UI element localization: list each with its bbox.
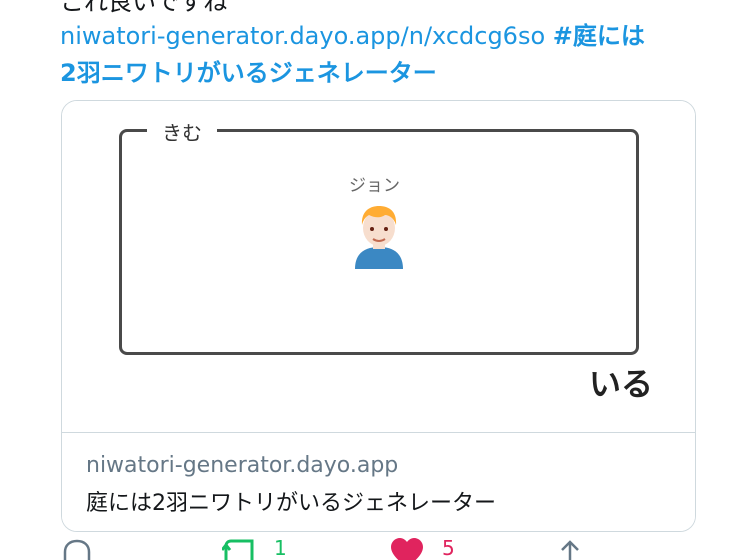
- share-icon: [561, 540, 579, 560]
- reply-button[interactable]: [62, 538, 92, 560]
- retweet-count: 1: [274, 536, 287, 560]
- person-name: ジョン: [349, 176, 400, 196]
- tweet-actions: 1 5: [0, 536, 736, 560]
- reply-icon: [63, 539, 91, 560]
- like-button[interactable]: 5: [390, 536, 460, 560]
- card-title: 庭には2羽ニワトリがいるジェネレーター: [86, 491, 496, 516]
- share-button[interactable]: [555, 538, 585, 560]
- card-preview-image[interactable]: きむ ジョン いる: [62, 101, 695, 432]
- like-count: 5: [442, 536, 455, 560]
- hashtag-link-part-2[interactable]: 2羽ニワトリがいるジェネレーター: [60, 59, 437, 87]
- tweet-text-line-1: niwatori-generator.dayo.app/n/xcdcg6so #…: [60, 16, 645, 51]
- tweet-url-link[interactable]: niwatori-generator.dayo.app/n/xcdcg6so: [60, 22, 545, 50]
- card-footer[interactable]: niwatori-generator.dayo.app 庭には2羽ニワトリがいる…: [62, 432, 695, 531]
- hashtag-link-part-1[interactable]: #庭には: [553, 22, 645, 50]
- man-emoji-icon: [351, 203, 407, 269]
- suffix-text: いる: [589, 365, 654, 403]
- tweet-text-cutoff: これ良いですね: [60, 0, 228, 16]
- retweet-icon: [222, 539, 254, 560]
- heart-icon: [391, 538, 423, 560]
- retweet-button[interactable]: 1: [222, 536, 292, 560]
- tweet-text-line-2: 2羽ニワトリがいるジェネレーター: [60, 53, 437, 88]
- link-card[interactable]: きむ ジョン いる niwatori-generator.dayo.app 庭に…: [61, 100, 696, 532]
- card-domain: niwatori-generator.dayo.app: [86, 453, 399, 478]
- garden-label: きむ: [147, 117, 217, 146]
